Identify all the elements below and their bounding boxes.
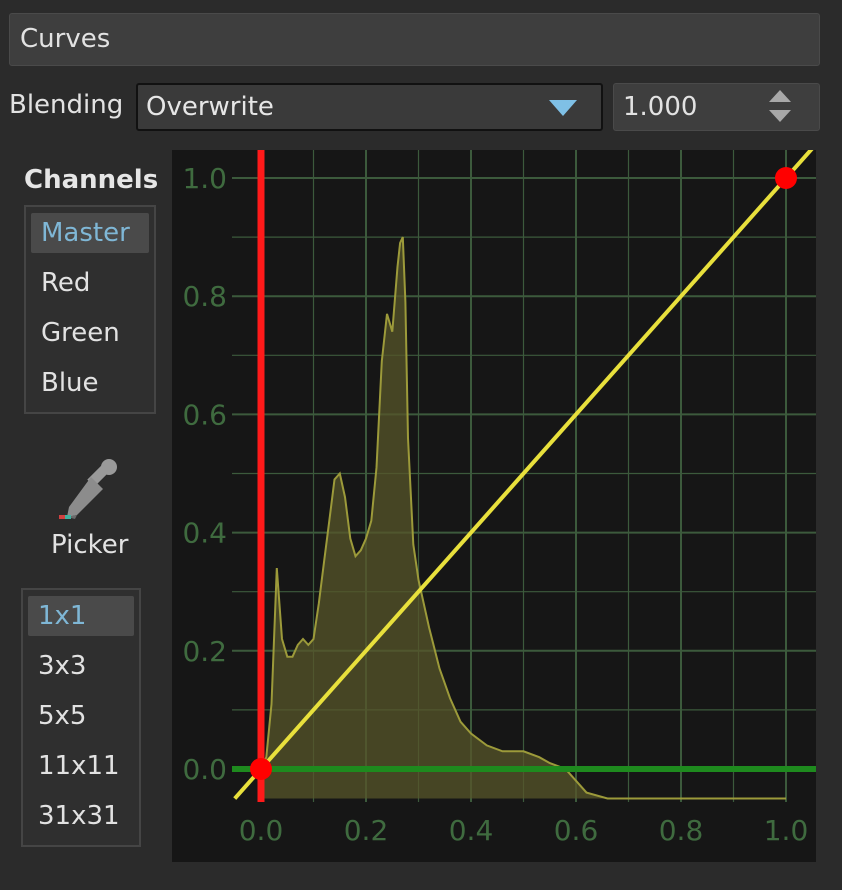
picker-size-11x11[interactable]: 11x11 [28,746,134,786]
curve-graph[interactable]: 0.0 0.0 0.2 0.2 0.4 0.4 0.6 0.6 0.8 0.8 1.0 1.0 [172,150,816,862]
dropdown-arrow-icon [549,100,577,116]
channels-list: Master Red Green Blue [24,205,156,414]
channels-title: Channels [24,165,159,195]
control-point-2[interactable] [775,167,797,189]
curves-header[interactable]: Curves [9,13,820,66]
spin-down-icon[interactable] [769,110,791,122]
picker-size-31x31[interactable]: 31x31 [28,796,134,836]
channel-item-blue[interactable]: Blue [31,363,149,403]
eyedropper-icon[interactable] [55,455,125,525]
blending-mode-select[interactable]: Overwrite [136,83,603,131]
x-tick-label: 0.4 [449,814,494,847]
channel-item-master[interactable]: Master [31,213,149,253]
y-tick-label: 0.6 [182,398,227,431]
x-tick-label: 1.0 [764,814,809,847]
channel-item-green[interactable]: Green [31,313,149,353]
y-tick-label: 0.8 [182,280,227,313]
y-tick-label: 0.2 [182,635,227,668]
x-tick-label: 0.8 [659,814,704,847]
opacity-value: 1.000 [623,92,698,122]
x-tick-label: 0.2 [344,814,389,847]
opacity-spinbox[interactable]: 1.000 [613,83,820,131]
x-tick-label: 0.0 [239,814,284,847]
picker-size-1x1[interactable]: 1x1 [28,596,134,636]
blending-mode-value: Overwrite [146,92,274,122]
y-tick-label: 0.0 [182,753,227,786]
y-tick-label: 1.0 [182,162,227,195]
picker-size-3x3[interactable]: 3x3 [28,646,134,686]
y-tick-label: 0.4 [182,517,227,550]
channel-item-red[interactable]: Red [31,263,149,303]
spin-up-icon[interactable] [769,90,791,102]
x-tick-label: 0.6 [554,814,599,847]
control-point-1[interactable] [250,758,272,780]
picker-size-list: 1x1 3x3 5x5 11x11 31x31 [21,588,141,847]
blending-label: Blending [9,90,124,120]
picker-size-5x5[interactable]: 5x5 [28,696,134,736]
picker-label: Picker [51,530,129,560]
